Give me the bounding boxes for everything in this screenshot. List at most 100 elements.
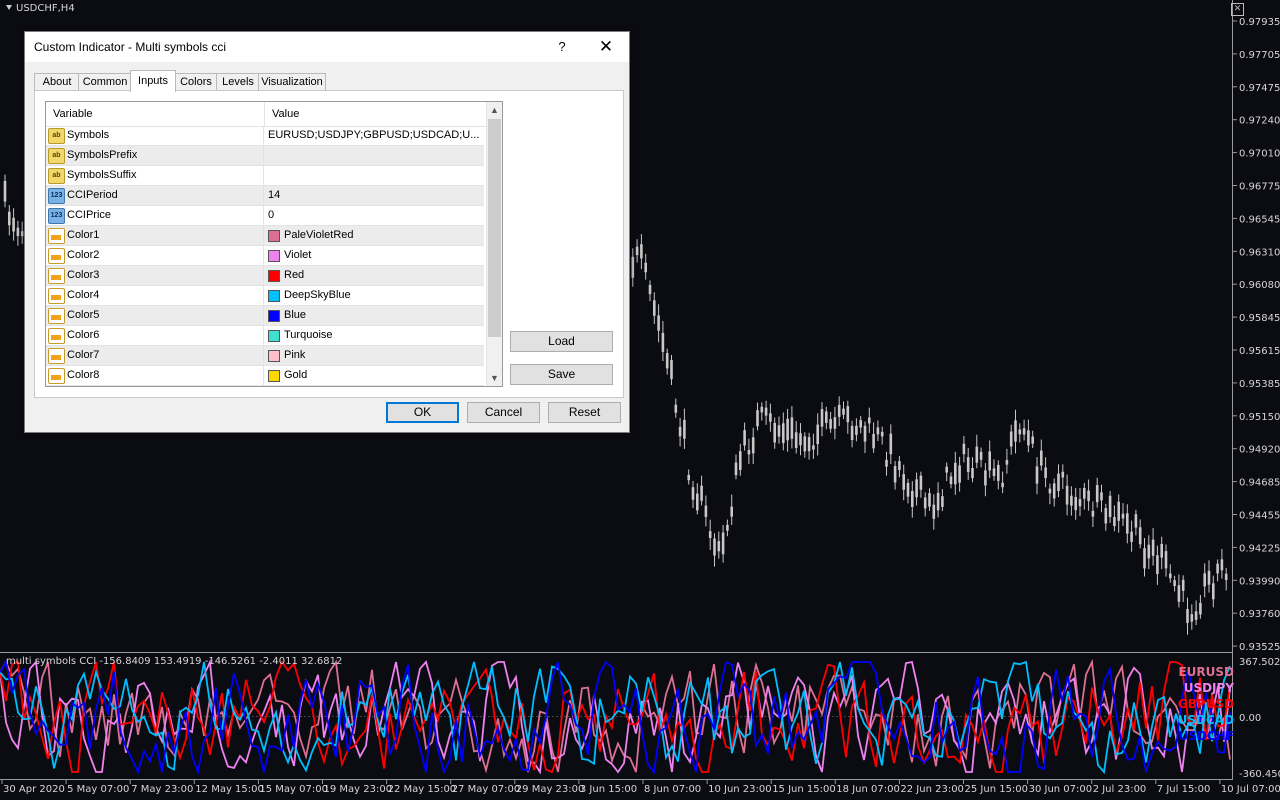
variable-value[interactable]: Gold <box>284 369 307 381</box>
date-label: 10 Jun 23:00 <box>708 784 772 795</box>
color-type-icon <box>48 348 65 364</box>
price-label: 0.97010 <box>1239 149 1280 160</box>
indicator-scale-label: 367.5023 <box>1239 657 1280 668</box>
close-button[interactable]: ✕ <box>593 37 619 57</box>
input-row-color4[interactable]: Color4 DeepSkyBlue <box>46 286 484 306</box>
reset-button[interactable]: Reset <box>548 402 621 423</box>
variable-value[interactable]: 0 <box>268 209 274 221</box>
load-button[interactable]: Load <box>510 331 613 352</box>
cancel-button[interactable]: Cancel <box>467 402 540 423</box>
input-row-color8[interactable]: Color8 Gold <box>46 366 484 386</box>
price-label: 0.95615 <box>1239 346 1280 357</box>
symbol-label: USDCHF,H4 <box>16 3 75 14</box>
variable-name: CCIPeriod <box>67 189 118 201</box>
date-label: 22 May 15:00 <box>388 784 457 795</box>
color-swatch[interactable] <box>268 290 280 302</box>
input-row-cciperiod[interactable]: 123 CCIPeriod 14 <box>46 186 484 206</box>
tab-colors[interactable]: Colors <box>174 73 218 91</box>
indicator-scale-label: 0.00 <box>1239 713 1261 724</box>
price-label: 0.94455 <box>1239 511 1280 522</box>
input-row-color5[interactable]: Color5 Blue <box>46 306 484 326</box>
variable-value[interactable]: Blue <box>284 309 306 321</box>
grid-header: Variable Value <box>46 102 486 127</box>
color-swatch[interactable] <box>268 270 280 282</box>
variable-name: Color1 <box>67 229 100 241</box>
save-button[interactable]: Save <box>510 364 613 385</box>
scroll-down-icon[interactable]: ▼ <box>487 370 502 386</box>
header-value[interactable]: Value <box>272 108 299 120</box>
variable-value[interactable]: Turquoise <box>284 329 333 341</box>
input-row-symbols[interactable]: ab Symbols EURUSD;USDJPY;GBPUSD;USDCAD;U..… <box>46 126 484 146</box>
price-label: 0.96310 <box>1239 247 1280 258</box>
color-swatch[interactable] <box>268 310 280 322</box>
tab-levels[interactable]: Levels <box>216 73 260 91</box>
header-variable[interactable]: Variable <box>53 108 93 120</box>
variable-name: Color8 <box>67 369 100 381</box>
input-row-symbolsprefix[interactable]: ab SymbolsPrefix <box>46 146 484 166</box>
price-label: 0.93990 <box>1239 576 1280 587</box>
symbol-title[interactable]: USDCHF,H4 <box>4 3 75 14</box>
color-swatch[interactable] <box>268 330 280 342</box>
price-label: 0.94685 <box>1239 478 1280 489</box>
date-label: 15 May 07:00 <box>259 784 328 795</box>
dropdown-triangle-icon[interactable] <box>6 5 12 10</box>
string-type-icon: ab <box>48 128 65 144</box>
ok-button[interactable]: OK <box>386 402 459 423</box>
variable-value[interactable]: Red <box>284 269 304 281</box>
input-row-symbolssuffix[interactable]: ab SymbolsSuffix <box>46 166 484 186</box>
chart-close-icon[interactable]: ✕ <box>1231 3 1244 16</box>
date-label: 10 Jul 07:00 <box>1221 784 1280 795</box>
legend-gbpusd: GBPUSD <box>1177 697 1234 711</box>
date-label: 27 May 07:00 <box>452 784 521 795</box>
date-label: 25 Jun 15:00 <box>965 784 1029 795</box>
date-label: 12 May 15:00 <box>195 784 264 795</box>
variable-value[interactable]: DeepSkyBlue <box>284 289 351 301</box>
variable-value[interactable]: Pink <box>284 349 305 361</box>
input-row-color7[interactable]: Color7 Pink <box>46 346 484 366</box>
variable-value[interactable]: Violet <box>284 249 311 261</box>
color-type-icon <box>48 308 65 324</box>
variable-name: Color2 <box>67 249 100 261</box>
scroll-up-icon[interactable]: ▲ <box>487 102 502 118</box>
price-label: 0.97705 <box>1239 50 1280 61</box>
variable-value[interactable]: PaleVioletRed <box>284 229 354 241</box>
tab-about[interactable]: About <box>34 73 80 91</box>
tab-visualization[interactable]: Visualization <box>258 73 326 91</box>
tab-inputs[interactable]: Inputs <box>130 70 176 92</box>
color-type-icon <box>48 268 65 284</box>
string-type-icon: ab <box>48 148 65 164</box>
dialog-titlebar[interactable]: Custom Indicator - Multi symbols cci ? ✕ <box>25 32 629 62</box>
grid-scrollbar[interactable]: ▲ ▼ <box>486 102 502 386</box>
indicator-label: multi symbols CCI -156.8409 153.4919 -14… <box>6 656 343 667</box>
dialog-title: Custom Indicator - Multi symbols cci <box>34 40 227 54</box>
date-label: 30 Jun 07:00 <box>1029 784 1093 795</box>
variable-value[interactable]: 14 <box>268 189 280 201</box>
input-row-color6[interactable]: Color6 Turquoise <box>46 326 484 346</box>
variable-value[interactable]: EURUSD;USDJPY;GBPUSD;USDCAD;U... <box>268 129 479 141</box>
price-label: 0.95845 <box>1239 313 1280 324</box>
date-label: 22 Jun 23:00 <box>900 784 964 795</box>
price-label: 0.95385 <box>1239 379 1280 390</box>
color-type-icon <box>48 368 65 384</box>
date-label: 7 Jul 15:00 <box>1157 784 1211 795</box>
price-label: 0.97240 <box>1239 116 1280 127</box>
date-label: 18 Jun 07:00 <box>836 784 900 795</box>
color-type-icon <box>48 228 65 244</box>
tab-common[interactable]: Common <box>78 73 132 91</box>
color-swatch[interactable] <box>268 350 280 362</box>
color-swatch[interactable] <box>268 250 280 262</box>
variable-name: Color6 <box>67 329 100 341</box>
input-row-color1[interactable]: Color1 PaleVioletRed <box>46 226 484 246</box>
input-row-color3[interactable]: Color3 Red <box>46 266 484 286</box>
input-row-cciprice[interactable]: 123 CCIPrice 0 <box>46 206 484 226</box>
inputs-grid: Variable Value ab Symbols EURUSD;USDJPY;GB… <box>45 101 503 387</box>
color-swatch[interactable] <box>268 370 280 382</box>
date-label: 15 Jun 15:00 <box>772 784 836 795</box>
scroll-thumb[interactable] <box>488 119 501 337</box>
indicator-scale-label: -360.4502 <box>1239 769 1280 780</box>
price-label: 0.96545 <box>1239 214 1280 225</box>
color-swatch[interactable] <box>268 230 280 242</box>
input-row-color2[interactable]: Color2 Violet <box>46 246 484 266</box>
color-type-icon <box>48 328 65 344</box>
help-button[interactable]: ? <box>549 37 575 57</box>
